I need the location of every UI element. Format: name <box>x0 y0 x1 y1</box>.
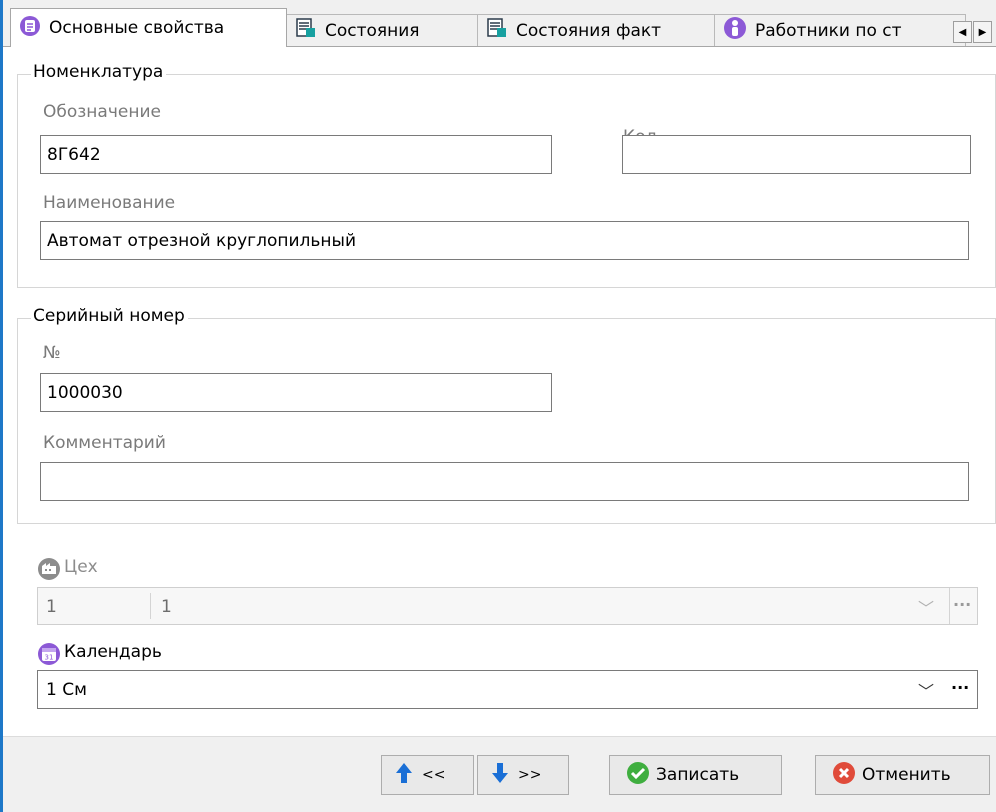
tab-states[interactable]: Состояния <box>286 14 478 46</box>
tab-strip: Основные свойства Состояния Состояния фа… <box>3 0 996 47</box>
name-label: Наименование <box>43 193 176 213</box>
tab-states-fact[interactable]: Состояния факт <box>477 14 715 46</box>
previous-label: << <box>422 767 446 783</box>
arrow-up-icon <box>395 762 413 789</box>
calendar-label: Календарь <box>64 642 162 662</box>
name-field[interactable]: Автомат отрезной круглопильный <box>40 221 969 260</box>
workshop-name: 1 <box>161 597 172 617</box>
calendar-icon: 31 <box>37 642 61 671</box>
next-label: >> <box>518 767 542 783</box>
column-divider <box>150 593 151 619</box>
person-icon <box>723 16 747 45</box>
save-label: Записать <box>656 765 740 785</box>
document-table-icon <box>295 17 317 44</box>
designation-field[interactable]: 8Г642 <box>40 135 552 174</box>
save-button[interactable]: Записать <box>609 755 782 795</box>
tab-label: Работники по ст <box>755 20 902 41</box>
tab-label: Состояния факт <box>516 20 662 41</box>
tab-label: Состояния <box>325 20 420 41</box>
tab-scroll-right-button[interactable]: ▶ <box>973 21 992 43</box>
tab-main-properties[interactable]: Основные свойства <box>10 8 287 47</box>
close-icon <box>832 761 856 790</box>
workshop-icon <box>37 557 61 586</box>
workshop-combo[interactable]: 1 1 ﹀ ··· <box>37 587 978 625</box>
tab-label: Основные свойства <box>49 18 225 38</box>
code-field[interactable] <box>622 135 971 174</box>
calendar-combo[interactable]: 1 См ﹀ ··· <box>37 670 978 709</box>
tab-scroll-left-button[interactable]: ◀ <box>953 21 972 43</box>
previous-button[interactable]: << <box>381 755 474 795</box>
list-icon <box>19 15 41 42</box>
more-button[interactable]: ··· <box>953 595 971 614</box>
chevron-down-icon[interactable]: ﹀ <box>918 595 934 619</box>
workshop-code: 1 <box>46 597 57 617</box>
cancel-label: Отменить <box>862 765 951 785</box>
serial-number-field[interactable]: 1000030 <box>40 373 552 412</box>
svg-text:31: 31 <box>45 654 54 662</box>
comment-label: Комментарий <box>43 433 166 453</box>
number-label: № <box>43 343 61 363</box>
checkmark-icon <box>626 761 650 790</box>
designation-label: Обозначение <box>43 102 161 122</box>
nomenclature-group-title: Номенклатура <box>31 62 167 82</box>
button-divider <box>949 588 950 624</box>
document-table-icon <box>486 17 508 44</box>
more-button[interactable]: ··· <box>951 678 969 697</box>
serial-group-title: Серийный номер <box>31 306 188 326</box>
cancel-button[interactable]: Отменить <box>815 755 990 795</box>
tab-workers[interactable]: Работники по ст <box>714 14 966 46</box>
calendar-value: 1 См <box>46 680 87 700</box>
comment-field[interactable] <box>40 462 969 501</box>
next-button[interactable]: >> <box>477 755 569 795</box>
workshop-label: Цех <box>64 557 98 577</box>
arrow-down-icon <box>491 762 509 789</box>
chevron-down-icon[interactable]: ﹀ <box>918 678 934 702</box>
